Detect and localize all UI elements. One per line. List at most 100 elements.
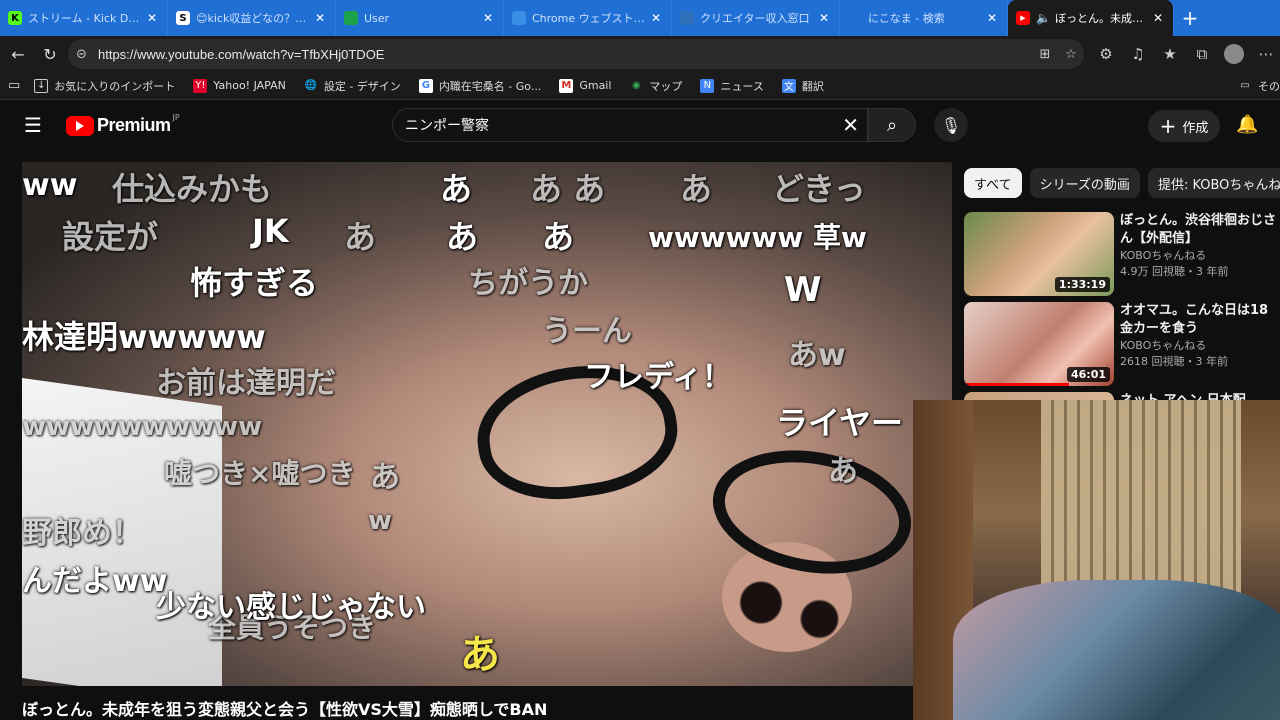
notifications-bell-icon[interactable]: 🔔 [1236, 114, 1258, 135]
danmaku-comment: ww [22, 168, 78, 203]
webcam-overlay [913, 400, 1280, 720]
bookmark-item[interactable]: ◉ マップ [629, 78, 682, 94]
reload-button[interactable]: ↻ [34, 38, 66, 70]
clear-search-icon[interactable]: ✕ [842, 113, 859, 137]
recommendation-channel[interactable]: KOBOちゃんねる [1120, 338, 1280, 354]
danmaku-comment: あ [370, 460, 400, 495]
bookmark-item[interactable]: M Gmail [559, 78, 612, 93]
bookmark-item[interactable]: 文翻訳 [781, 78, 824, 94]
danmaku-comment: お前は達明だ [156, 366, 336, 401]
browser-tab-bar: K ストリーム - Kick Dashboard ✕ S 😊kick収益どなの？… [0, 0, 1280, 36]
create-label: 作成 [1182, 120, 1209, 136]
browser-tab[interactable]: にこなま - 検索 ✕ [840, 0, 1008, 36]
bookmark-item[interactable]: N ニュース [700, 78, 764, 94]
danmaku-comment: 設定が [62, 218, 159, 256]
youtube-header: ☰ Premium JP ニンポー警察 ✕ ⌕ 🎙 + 作成 🔔 [0, 100, 1280, 154]
search-input[interactable]: ニンポー警察 ✕ [392, 108, 868, 142]
kick-icon: K [8, 11, 22, 25]
danmaku-comment: 少ない感じじゃない [156, 590, 426, 625]
browser-tab[interactable]: User ✕ [336, 0, 504, 36]
search-button[interactable]: ⌕ [868, 108, 916, 142]
new-tab-button[interactable]: + [1174, 0, 1206, 36]
danmaku-comment: あ あ [530, 170, 606, 208]
tab-title: ストリーム - Kick Dashboard [28, 12, 141, 25]
danmaku-comment: 仕込みかも [112, 170, 273, 208]
other-bookmarks[interactable]: ▭ その他 [1238, 78, 1280, 94]
close-tab-icon[interactable]: ✕ [481, 11, 495, 25]
browser-tab[interactable]: K ストリーム - Kick Dashboard ✕ [0, 0, 168, 36]
bookmark-item[interactable]: 🌐 設定 - デザイン [304, 78, 401, 94]
video-player[interactable]: ww 仕込みかも あ あ あ あ どきっ 設定が JK あ あ あ wwwwww… [22, 162, 952, 686]
favorites-icon[interactable]: ★ [1154, 39, 1186, 69]
bookmark-label: Yahoo! JAPAN [213, 79, 286, 92]
microphone-icon: 🎙 [940, 115, 962, 135]
danmaku-comment: ライヤー [776, 404, 904, 442]
voice-search-button[interactable]: 🎙 [934, 108, 968, 142]
danmaku-comment: ちがうか [468, 266, 588, 301]
news-icon: N [700, 78, 715, 93]
browser-tab[interactable]: Chrome ウェブストア - 検索 ✕ [504, 0, 672, 36]
browser-tab[interactable]: S 😊kick収益どなの？😊 AI ✕ [168, 0, 336, 36]
danmaku-comment: JK [252, 212, 289, 250]
profile-avatar[interactable] [1224, 44, 1244, 64]
close-tab-icon[interactable]: ✕ [649, 11, 663, 25]
danmaku-comment: うーん [542, 314, 632, 349]
menu-icon[interactable]: ☰ [24, 115, 46, 135]
folder-icon: ▭ [1240, 80, 1250, 91]
bookmark-label: Gmail [579, 79, 612, 92]
browser-tab-active[interactable]: ▶ 🔈 ぼっとん。未成年を狙う ✕ [1008, 0, 1174, 36]
browser-tab[interactable]: クリエイター収入窓口 ✕ [672, 0, 840, 36]
search-icon: ⌕ [886, 114, 898, 136]
video-thumbnail[interactable]: 1:33:19 [964, 212, 1114, 296]
close-tab-icon[interactable]: ✕ [817, 11, 831, 25]
audio-playing-icon[interactable]: 🔈 [1036, 11, 1051, 25]
recommendation-title[interactable]: ぼっとん。渋谷徘徊おじさん【外配信】 [1120, 212, 1280, 248]
yahoo-icon: Y! [193, 78, 208, 93]
video-thumbnail[interactable]: 46:01 [964, 302, 1114, 386]
favorite-star-icon[interactable]: ☆ [1058, 47, 1084, 62]
close-tab-icon[interactable]: ✕ [313, 11, 327, 25]
chip-series[interactable]: シリーズの動画 [1029, 168, 1140, 198]
address-bar[interactable]: ⊝ https://www.youtube.com/watch?v=TfbXHj… [68, 39, 1084, 69]
youtube-premium-logo[interactable]: Premium JP [66, 113, 180, 136]
recommendation-info: ぼっとん。渋谷徘徊おじさん【外配信】 KOBOちゃんねる 4.9万 回視聴・3 … [1120, 212, 1280, 296]
bookmark-item[interactable]: Y! Yahoo! JAPAN [193, 78, 286, 93]
close-tab-icon[interactable]: ✕ [985, 11, 999, 25]
close-tab-icon[interactable]: ✕ [145, 11, 159, 25]
search-value[interactable]: ニンポー警察 [405, 115, 489, 135]
create-button[interactable]: + 作成 [1148, 110, 1220, 142]
webcam-futon [953, 580, 1280, 720]
logo-text: Premium [97, 115, 171, 135]
translate-icon: 文 [781, 78, 796, 93]
more-menu-icon[interactable]: ⋯ [1250, 39, 1280, 69]
site-icon [680, 11, 694, 25]
tab-title: クリエイター収入窓口 [700, 12, 810, 25]
google-icon: G [418, 78, 433, 93]
close-tab-icon[interactable]: ✕ [1151, 11, 1165, 25]
youtube-play-icon [66, 115, 94, 136]
extensions-icon[interactable]: ⚙ [1090, 39, 1122, 69]
recommendation-item[interactable]: 46:01 オオマユ。こんな日は18金カーを食う KOBOちゃんねる 2618 … [964, 302, 1280, 386]
recommendation-item[interactable]: 1:33:19 ぼっとん。渋谷徘徊おじさん【外配信】 KOBOちゃんねる 4.9… [964, 212, 1280, 296]
back-button[interactable]: ← [2, 38, 34, 70]
chip-all[interactable]: すべて [964, 168, 1022, 198]
bookmark-label: マップ [649, 79, 683, 93]
bookmark-label: 設定 - デザイン [323, 79, 401, 93]
danmaku-comment: あ [542, 218, 575, 256]
tab-title: にこなま - 検索 [868, 12, 945, 25]
recommendation-title[interactable]: オオマユ。こんな日は18金カーを食う [1120, 302, 1280, 338]
bookmark-item[interactable]: ↓ お気に入りのインポート [34, 78, 175, 94]
chip-channel[interactable]: 提供: KOBOちゃんね [1147, 168, 1280, 198]
media-control-icon[interactable]: ♫ [1122, 39, 1154, 69]
apps-icon[interactable]: ⊞ [1032, 47, 1058, 62]
reading-view-icon[interactable]: ▭ [8, 78, 20, 93]
gmail-icon: M [559, 78, 574, 93]
danmaku-comment: wwwwwwwwww [22, 412, 263, 442]
danmaku-comment: あ [440, 170, 473, 208]
site-info-icon[interactable]: ⊝ [76, 47, 98, 62]
url-text[interactable]: https://www.youtube.com/watch?v=TfbXHj0T… [98, 47, 1032, 62]
bookmark-item[interactable]: G 内職在宅桑名 - Go... [418, 78, 541, 94]
collections-icon[interactable]: ⧉ [1186, 39, 1218, 69]
recommendation-channel[interactable]: KOBOちゃんねる [1120, 248, 1280, 264]
tab-title: User [364, 11, 390, 25]
